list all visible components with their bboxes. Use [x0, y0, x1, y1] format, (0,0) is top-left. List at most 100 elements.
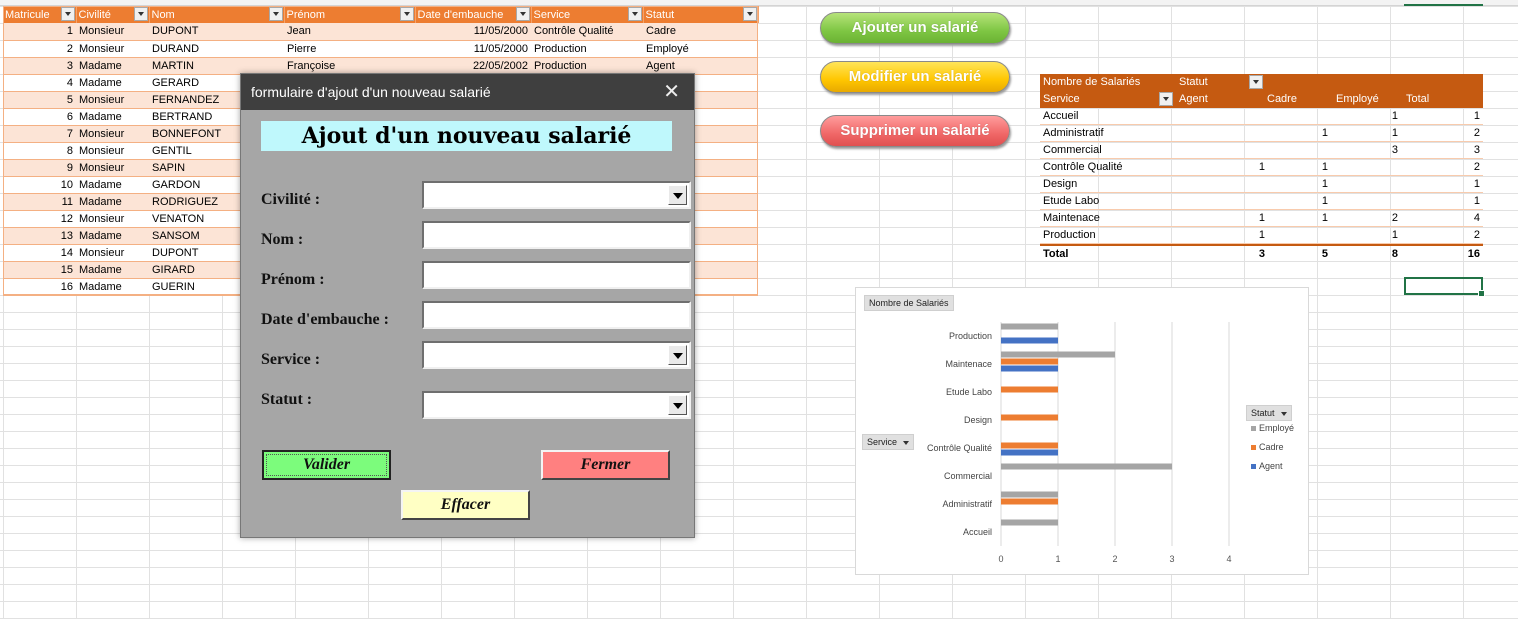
pivot-total-agent: 3 — [1258, 248, 1265, 260]
table-cell[interactable]: 22/05/2002 — [415, 57, 531, 75]
table-cell[interactable]: 14 — [3, 244, 76, 262]
table-cell[interactable]: Monsieur — [76, 125, 149, 143]
table-cell[interactable]: Madame — [76, 176, 149, 194]
table-cell[interactable]: 8 — [3, 142, 76, 160]
table-cell[interactable]: Monsieur — [76, 159, 149, 177]
table-cell[interactable]: DUPONT — [149, 23, 284, 41]
table-row[interactable]: 2 Monsieur DURAND Pierre 11/05/2000 Productio… — [3, 40, 758, 58]
table-cell[interactable]: 16 — [3, 278, 76, 296]
modify-employee-button[interactable]: Modifier un salarié — [820, 61, 1010, 93]
selected-cell[interactable] — [1404, 277, 1485, 297]
pivot-total-cadre: 5 — [1321, 248, 1328, 260]
pivot-chart[interactable]: Nombre de Salariés Service Statut 01234A… — [855, 287, 1309, 575]
chevron-down-icon[interactable] — [668, 185, 687, 205]
chevron-down-icon[interactable] — [668, 345, 687, 365]
close-icon[interactable]: ✕ — [663, 74, 680, 110]
table-cell[interactable]: Monsieur — [76, 142, 149, 160]
column-header-label: Matricule — [5, 8, 50, 21]
chevron-down-icon[interactable] — [668, 395, 687, 415]
filter-dropdown-icon[interactable] — [515, 7, 530, 21]
table-cell[interactable]: 9 — [3, 159, 76, 177]
pivot-cell: 1 — [1321, 161, 1328, 173]
filter-dropdown-icon[interactable] — [627, 7, 642, 21]
date-embauche-field[interactable] — [422, 301, 691, 329]
table-cell[interactable]: Pierre — [284, 40, 415, 58]
filter-dropdown-icon[interactable] — [742, 7, 757, 21]
column-header: Date d'embauche — [415, 6, 532, 23]
y-tick-label: Contrôle Qualité — [927, 443, 992, 453]
table-cell[interactable]: 11 — [3, 193, 76, 211]
table-cell[interactable]: Madame — [76, 227, 149, 245]
table-cell[interactable]: Monsieur — [76, 244, 149, 262]
column-header: Service — [531, 6, 644, 23]
table-cell[interactable]: 12 — [3, 210, 76, 228]
table-cell[interactable]: 6 — [3, 108, 76, 126]
delete-employee-button[interactable]: Supprimer un salarié — [820, 115, 1010, 147]
pivot-row: Maintenace 1 1 2 4 — [1040, 210, 1483, 227]
pivot-header-row-2: Service Agent Cadre Employé Total — [1040, 91, 1483, 108]
table-cell[interactable]: 7 — [3, 125, 76, 143]
table-cell[interactable]: Madame — [76, 74, 149, 92]
table-cell[interactable]: 13 — [3, 227, 76, 245]
table-cell[interactable]: Madame — [76, 278, 149, 296]
table-cell[interactable]: Monsieur — [76, 210, 149, 228]
civilite-label: Civilité : — [261, 191, 321, 208]
x-tick-label: 2 — [1112, 554, 1117, 564]
table-cell[interactable]: 15 — [3, 261, 76, 279]
pivot-col-field: Statut — [1179, 76, 1208, 88]
table-cell[interactable]: Agent — [643, 57, 758, 75]
filter-dropdown-icon[interactable] — [60, 7, 75, 21]
table-cell[interactable]: Cadre — [643, 23, 758, 41]
pivot-cell: 2 — [1391, 212, 1398, 224]
effacer-button[interactable]: Effacer — [401, 490, 530, 520]
table-cell[interactable]: Madame — [76, 108, 149, 126]
fermer-button[interactable]: Fermer — [541, 450, 670, 480]
table-cell[interactable]: 2 — [3, 40, 76, 58]
table-cell[interactable]: Françoise — [284, 57, 415, 75]
table-cell[interactable]: MARTIN — [149, 57, 284, 75]
pivot-row-field: Service — [1043, 93, 1080, 105]
pivot-cell: 3 — [1473, 144, 1480, 156]
pivot-cell: 1 — [1258, 212, 1265, 224]
table-cell[interactable]: 11/05/2000 — [415, 23, 531, 41]
add-employee-button[interactable]: Ajouter un salarié — [820, 12, 1010, 44]
pivot-row-filter-button[interactable] — [1159, 92, 1173, 106]
spreadsheet-grid[interactable]: Matricule Civilité Nom Prénom Date d'embauch… — [0, 0, 1518, 619]
table-row[interactable]: 1 Monsieur DUPONT Jean 11/05/2000 Contrôle Qu… — [3, 23, 758, 41]
pivot-cell: 2 — [1473, 229, 1480, 241]
table-row[interactable]: 3 Madame MARTIN Françoise 22/05/2002 Producti… — [3, 57, 758, 75]
table-cell[interactable]: Production — [531, 57, 643, 75]
filter-dropdown-icon[interactable] — [399, 7, 414, 21]
table-cell[interactable]: 5 — [3, 91, 76, 109]
statut-combobox[interactable] — [422, 391, 691, 419]
add-employee-dialog: formulaire d'ajout d'un nouveau salarié … — [240, 73, 695, 538]
table-cell[interactable]: Monsieur — [76, 23, 149, 41]
dialog-titlebar[interactable]: formulaire d'ajout d'un nouveau salarié … — [241, 74, 694, 110]
table-cell[interactable]: 4 — [3, 74, 76, 92]
filter-dropdown-icon[interactable] — [133, 7, 148, 21]
table-cell[interactable]: DURAND — [149, 40, 284, 58]
civilite-combobox[interactable] — [422, 181, 691, 209]
valider-button[interactable]: Valider — [262, 450, 391, 480]
filter-dropdown-icon[interactable] — [268, 7, 283, 21]
table-cell[interactable]: Contrôle Qualité — [531, 23, 643, 41]
table-cell[interactable]: Madame — [76, 261, 149, 279]
table-cell[interactable]: Monsieur — [76, 40, 149, 58]
table-cell[interactable]: 3 — [3, 57, 76, 75]
table-cell[interactable]: 1 — [3, 23, 76, 41]
table-cell[interactable]: Madame — [76, 193, 149, 211]
pivot-cell: 1 — [1391, 110, 1398, 122]
service-combobox[interactable] — [422, 341, 691, 369]
table-cell[interactable]: Employé — [643, 40, 758, 58]
nom-field[interactable] — [422, 221, 691, 249]
pivot-col-filter-button[interactable] — [1249, 75, 1263, 89]
y-tick-label: Maintenace — [945, 359, 992, 369]
table-cell[interactable]: 10 — [3, 176, 76, 194]
table-cell[interactable]: Jean — [284, 23, 415, 41]
table-cell[interactable]: Production — [531, 40, 643, 58]
prenom-field[interactable] — [422, 261, 691, 289]
table-cell[interactable]: Monsieur — [76, 91, 149, 109]
table-cell[interactable]: Madame — [76, 57, 149, 75]
table-cell[interactable]: 11/05/2000 — [415, 40, 531, 58]
pivot-cell: Accueil — [1043, 110, 1079, 122]
